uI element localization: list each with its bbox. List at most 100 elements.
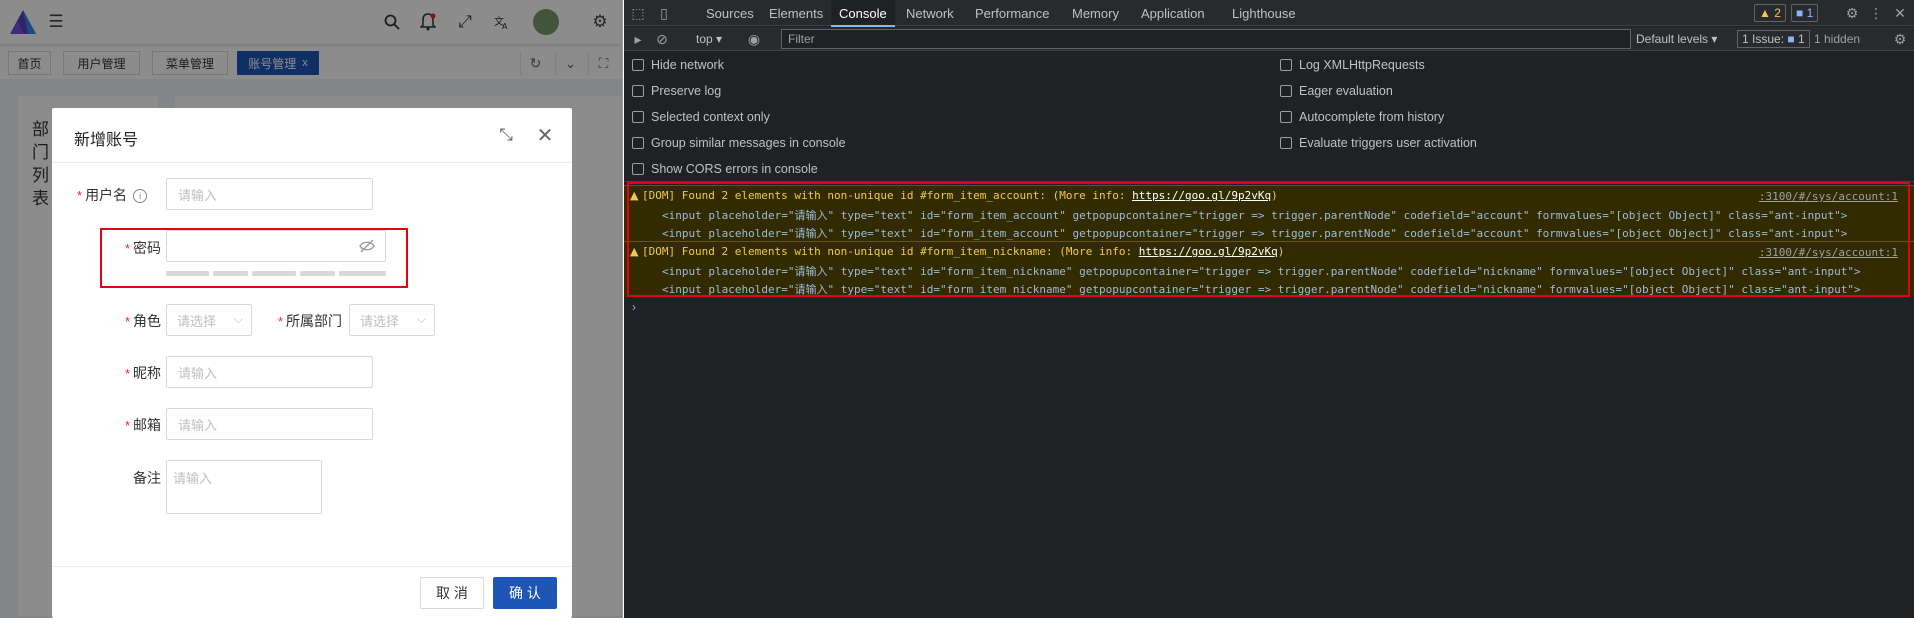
remark-textarea[interactable]: 请输入 xyxy=(166,460,322,514)
issues-count: 1 xyxy=(1797,32,1805,46)
devtools-tab-bar: ⬚ ▯ Sources Elements Console Network Per… xyxy=(624,0,1914,27)
console-settings: Hide network Preserve log Selected conte… xyxy=(624,52,1914,182)
remark-label: 备注 xyxy=(107,468,161,488)
more-options-icon[interactable]: ⋮ xyxy=(1866,3,1886,23)
live-expression-eye-icon[interactable]: ◉ xyxy=(744,29,764,49)
remark-placeholder: 请输入 xyxy=(173,471,213,486)
department-placeholder: 请选择 xyxy=(360,313,400,329)
preserve-log-checkbox[interactable]: Preserve log xyxy=(632,84,721,98)
checkbox-box[interactable] xyxy=(632,59,644,71)
username-label: * 用户名 i xyxy=(72,185,162,205)
eager-evaluation-checkbox[interactable]: Eager evaluation xyxy=(1280,84,1393,98)
role-label-text: 角色 xyxy=(133,313,161,329)
checkbox-label: Eager evaluation xyxy=(1299,84,1393,98)
checkbox-label: Show CORS errors in console xyxy=(651,162,818,176)
checkbox-label: Preserve log xyxy=(651,84,722,98)
checkbox-box[interactable] xyxy=(1280,59,1292,71)
close-icon[interactable]: ✕ xyxy=(534,124,556,147)
tab-network[interactable]: Network xyxy=(898,0,962,26)
password-label-text: 密码 xyxy=(133,240,161,256)
checkbox-box[interactable] xyxy=(1280,111,1292,123)
evaluate-triggers-checkbox[interactable]: Evaluate triggers user activation xyxy=(1280,136,1477,150)
checkbox-label: Evaluate triggers user activation xyxy=(1299,136,1477,150)
close-devtools-icon[interactable]: ✕ xyxy=(1890,3,1910,23)
department-label-text: 所属部门 xyxy=(286,313,342,329)
checkbox-label: Log XMLHttpRequests xyxy=(1299,58,1425,72)
checkbox-box[interactable] xyxy=(632,111,644,123)
department-select[interactable]: 请选择 ⌵ xyxy=(349,304,435,336)
nickname-label: * 昵称 xyxy=(124,365,161,381)
divider xyxy=(52,566,572,567)
warnings-badge[interactable]: ▲ 2 xyxy=(1754,4,1786,22)
cancel-button[interactable]: 取 消 xyxy=(420,577,484,609)
eye-invisible-icon[interactable] xyxy=(359,239,375,256)
divider xyxy=(52,162,572,163)
messages-count: 1 xyxy=(1806,6,1814,20)
selected-context-checkbox[interactable]: Selected context only xyxy=(632,110,770,124)
username-input[interactable]: 请输入 xyxy=(166,178,373,210)
fullscreen-toggle-icon[interactable]: ⤡ xyxy=(495,124,517,146)
password-input[interactable] xyxy=(166,230,386,262)
console-prompt[interactable]: › xyxy=(632,300,636,314)
email-input[interactable]: 请输入 xyxy=(166,408,373,440)
device-toolbar-icon[interactable]: ▯ xyxy=(654,3,674,23)
department-label: * 所属部门 xyxy=(277,313,342,329)
cors-errors-checkbox[interactable]: Show CORS errors in console xyxy=(632,162,818,176)
warning-icon: ▲ xyxy=(1759,6,1771,20)
username-label-text: 用户名 xyxy=(85,187,128,203)
checkbox-label: Selected context only xyxy=(651,110,770,124)
password-strength-bar xyxy=(339,271,386,276)
role-select[interactable]: 请选择 ⌵ xyxy=(166,304,252,336)
checkbox-label: Hide network xyxy=(651,58,724,72)
clear-console-icon[interactable]: ⊘ xyxy=(652,29,672,49)
password-strength-bar xyxy=(213,271,248,276)
checkbox-box[interactable] xyxy=(1280,137,1292,149)
sidebar-toggle-icon[interactable]: ▸ xyxy=(628,29,648,49)
app-window: ☰ ⤢ 文A ⚙ 首页 用户管理 菜单管理 账号管理 x ↻ ⌄ ⛶ 部门列表 … xyxy=(0,0,623,618)
checkbox-box[interactable] xyxy=(1280,85,1292,97)
checkbox-box[interactable] xyxy=(632,85,644,97)
issues-label: 1 Issue: xyxy=(1742,32,1785,46)
password-strength-bar xyxy=(252,271,296,276)
hide-network-checkbox[interactable]: Hide network xyxy=(632,58,724,72)
hidden-count: 1 hidden xyxy=(1814,32,1861,46)
tab-elements[interactable]: Elements xyxy=(761,0,831,26)
password-label: * 密码 xyxy=(124,240,161,256)
tab-console[interactable]: Console xyxy=(831,0,895,27)
autocomplete-checkbox[interactable]: Autocomplete from history xyxy=(1280,110,1444,124)
nickname-input[interactable]: 请输入 xyxy=(166,356,373,388)
confirm-button[interactable]: 确 认 xyxy=(493,577,557,609)
messages-badge[interactable]: ■ 1 xyxy=(1791,4,1819,22)
console-settings-icon[interactable]: ⚙ xyxy=(1890,29,1910,49)
context-selector[interactable]: top ▾ xyxy=(696,30,722,48)
inspect-element-icon[interactable]: ⬚ xyxy=(628,3,648,23)
group-similar-checkbox[interactable]: Group similar messages in console xyxy=(632,136,846,150)
console-filter-input[interactable]: Filter xyxy=(781,29,1631,49)
default-levels-dropdown[interactable]: Default levels ▾ xyxy=(1636,30,1717,48)
nickname-label-text: 昵称 xyxy=(133,365,161,381)
context-value: top xyxy=(696,32,713,46)
default-levels-label: Default levels xyxy=(1636,32,1709,46)
tab-lighthouse[interactable]: Lighthouse xyxy=(1224,0,1304,26)
email-label: * 邮箱 xyxy=(124,417,161,433)
checkbox-label: Autocomplete from history xyxy=(1299,110,1445,124)
settings-gear-icon[interactable]: ⚙ xyxy=(1842,3,1862,23)
tab-memory[interactable]: Memory xyxy=(1064,0,1127,26)
filter-placeholder: Filter xyxy=(788,32,815,46)
info-icon[interactable]: i xyxy=(133,189,148,204)
chevron-down-icon: ⌵ xyxy=(416,312,426,326)
message-icon: ■ xyxy=(1787,32,1795,46)
checkbox-label: Group similar messages in console xyxy=(651,136,846,150)
tab-application[interactable]: Application xyxy=(1133,0,1213,26)
warnings-count: 2 xyxy=(1774,6,1781,20)
tab-sources[interactable]: Sources xyxy=(698,0,762,26)
checkbox-box[interactable] xyxy=(632,163,644,175)
email-label-text: 邮箱 xyxy=(133,417,161,433)
tab-performance[interactable]: Performance xyxy=(967,0,1057,26)
username-placeholder: 请输入 xyxy=(178,187,218,203)
log-xhr-checkbox[interactable]: Log XMLHttpRequests xyxy=(1280,58,1425,72)
console-toolbar: ▸ ⊘ top ▾ ◉ Filter Default levels ▾ 1 Is… xyxy=(624,27,1914,51)
issues-button[interactable]: 1 Issue: ■ 1 xyxy=(1737,30,1810,48)
checkbox-box[interactable] xyxy=(632,137,644,149)
add-account-modal: 新增账号 ⤡ ✕ * 用户名 i 请输入 * 密码 * 角色 请选择 ⌵ * 所属部 xyxy=(52,108,572,618)
